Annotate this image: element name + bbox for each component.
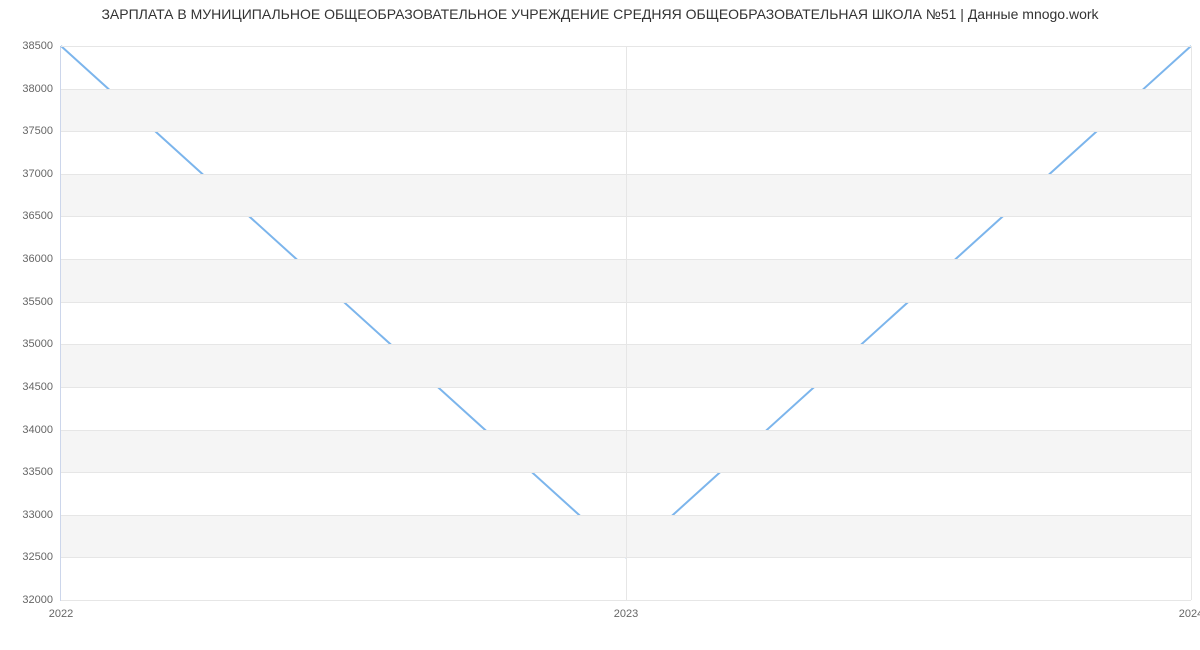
x-gridline xyxy=(626,46,627,600)
x-tick-label: 2022 xyxy=(49,600,73,620)
y-tick-label: 37000 xyxy=(22,168,61,180)
y-tick-label: 35500 xyxy=(22,296,61,308)
y-tick-label: 34000 xyxy=(22,424,61,436)
y-tick-label: 38000 xyxy=(22,83,61,95)
chart-container: ЗАРПЛАТА В МУНИЦИПАЛЬНОЕ ОБЩЕОБРАЗОВАТЕЛ… xyxy=(0,0,1200,650)
x-tick-label: 2023 xyxy=(614,600,638,620)
y-tick-label: 35000 xyxy=(22,338,61,350)
y-tick-label: 34500 xyxy=(22,381,61,393)
y-tick-label: 37500 xyxy=(22,125,61,137)
y-tick-label: 36500 xyxy=(22,210,61,222)
y-tick-label: 33500 xyxy=(22,466,61,478)
y-tick-label: 38500 xyxy=(22,40,61,52)
x-gridline xyxy=(1191,46,1192,600)
y-tick-label: 32500 xyxy=(22,551,61,563)
y-tick-label: 36000 xyxy=(22,253,61,265)
x-tick-label: 2024 xyxy=(1179,600,1200,620)
plot-area: 3200032500330003350034000345003500035500… xyxy=(60,46,1191,601)
y-tick-label: 33000 xyxy=(22,509,61,521)
chart-title: ЗАРПЛАТА В МУНИЦИПАЛЬНОЕ ОБЩЕОБРАЗОВАТЕЛ… xyxy=(0,6,1200,22)
